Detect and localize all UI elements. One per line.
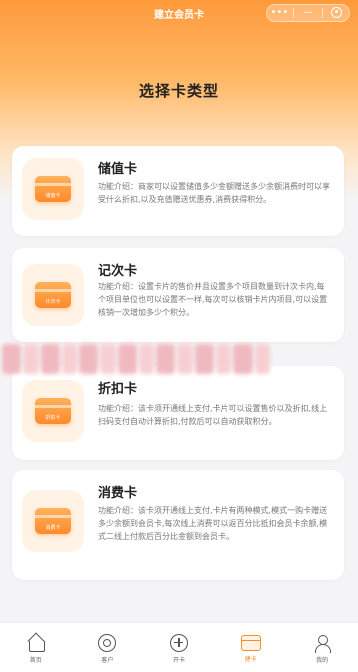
card-type-stored-value[interactable]: 储值卡 储值卡 功能介绍：商家可以设置储值多少金额赠送多少余额消费时可以享受什么… [12,146,344,236]
bottom-tab-bar: 首页 客户 开卡 建卡 我的 [0,622,358,672]
minimize-icon[interactable]: — [297,5,319,21]
card-icon-label: 消费卡 [45,525,61,531]
tab-label: 客户 [101,656,114,664]
tab-label: 建卡 [244,655,257,663]
card-type-name: 消费卡 [98,486,138,501]
card-type-name: 折扣卡 [98,382,138,397]
tab-mine[interactable]: 我的 [286,623,358,672]
page-title: 选择卡类型 [138,82,219,100]
user-icon [313,634,332,653]
card-icon-label: 储值卡 [45,193,61,199]
tab-home[interactable]: 首页 [0,623,72,672]
nav-bar: 建立会员卡 ••• — [0,0,358,28]
close-target-icon[interactable] [326,5,348,21]
customer-icon [98,633,117,652]
card-icon-wrap: 储值卡 [22,158,84,220]
add-icon [169,633,188,652]
membership-card-icon: 储值卡 [35,176,71,202]
card-type-count[interactable]: 计次卡 记次卡 功能介绍：设置卡片的售价并且设置多个项目数量到计次卡内,每个项目… [12,248,344,342]
tab-customer[interactable]: 客户 [72,623,144,672]
capsule-divider [321,8,323,18]
card-icon-label: 折扣卡 [45,415,61,421]
card-type-desc: 功能介绍：该卡须开通线上支付,卡片可以设置售价以及折扣,线上扫码支付自动计算折扣… [98,404,328,426]
redaction-blur [0,338,270,380]
tab-create-card[interactable]: 建卡 [215,623,287,672]
membership-card-icon: 消费卡 [35,508,71,534]
tab-open-card[interactable]: 开卡 [143,623,215,672]
capsule-divider [293,8,295,18]
card-type-desc: 功能介绍：该卡须开通线上支付,卡片有两种模式,模式一购卡赠送多少余额到会员卡,每… [98,506,328,541]
tab-label: 开卡 [172,656,185,664]
tab-label: 首页 [29,656,42,664]
more-icon[interactable]: ••• [268,5,290,21]
membership-card-icon: 折扣卡 [35,398,71,424]
card-type-discount[interactable]: 折扣卡 折扣卡 功能介绍：该卡须开通线上支付,卡片可以设置售价以及折扣,线上扫码… [12,366,344,460]
card-type-desc: 功能介绍：设置卡片的售价并且设置多个项目数量到计次卡内,每个项目单位也可以设置不… [98,282,328,317]
home-icon [27,634,45,652]
card-type-name: 记次卡 [98,264,138,279]
card-icon-wrap: 消费卡 [22,490,84,552]
card-icon-wrap: 折扣卡 [22,380,84,442]
card-icon-wrap: 计次卡 [22,264,84,326]
card-type-name: 储值卡 [98,162,138,177]
tab-label: 我的 [316,656,329,664]
membership-card-icon: 计次卡 [35,282,71,308]
card-type-consumption[interactable]: 消费卡 消费卡 功能介绍：该卡须开通线上支付,卡片有两种模式,模式一购卡赠送多少… [12,470,344,580]
card-type-desc: 功能介绍：商家可以设置储值多少金额赠送多少余额消费时可以享受什么折扣,以及充值赠… [98,182,330,204]
card-icon [240,634,261,651]
card-icon-label: 计次卡 [45,299,61,305]
mini-program-capsule: ••• — [266,4,350,22]
